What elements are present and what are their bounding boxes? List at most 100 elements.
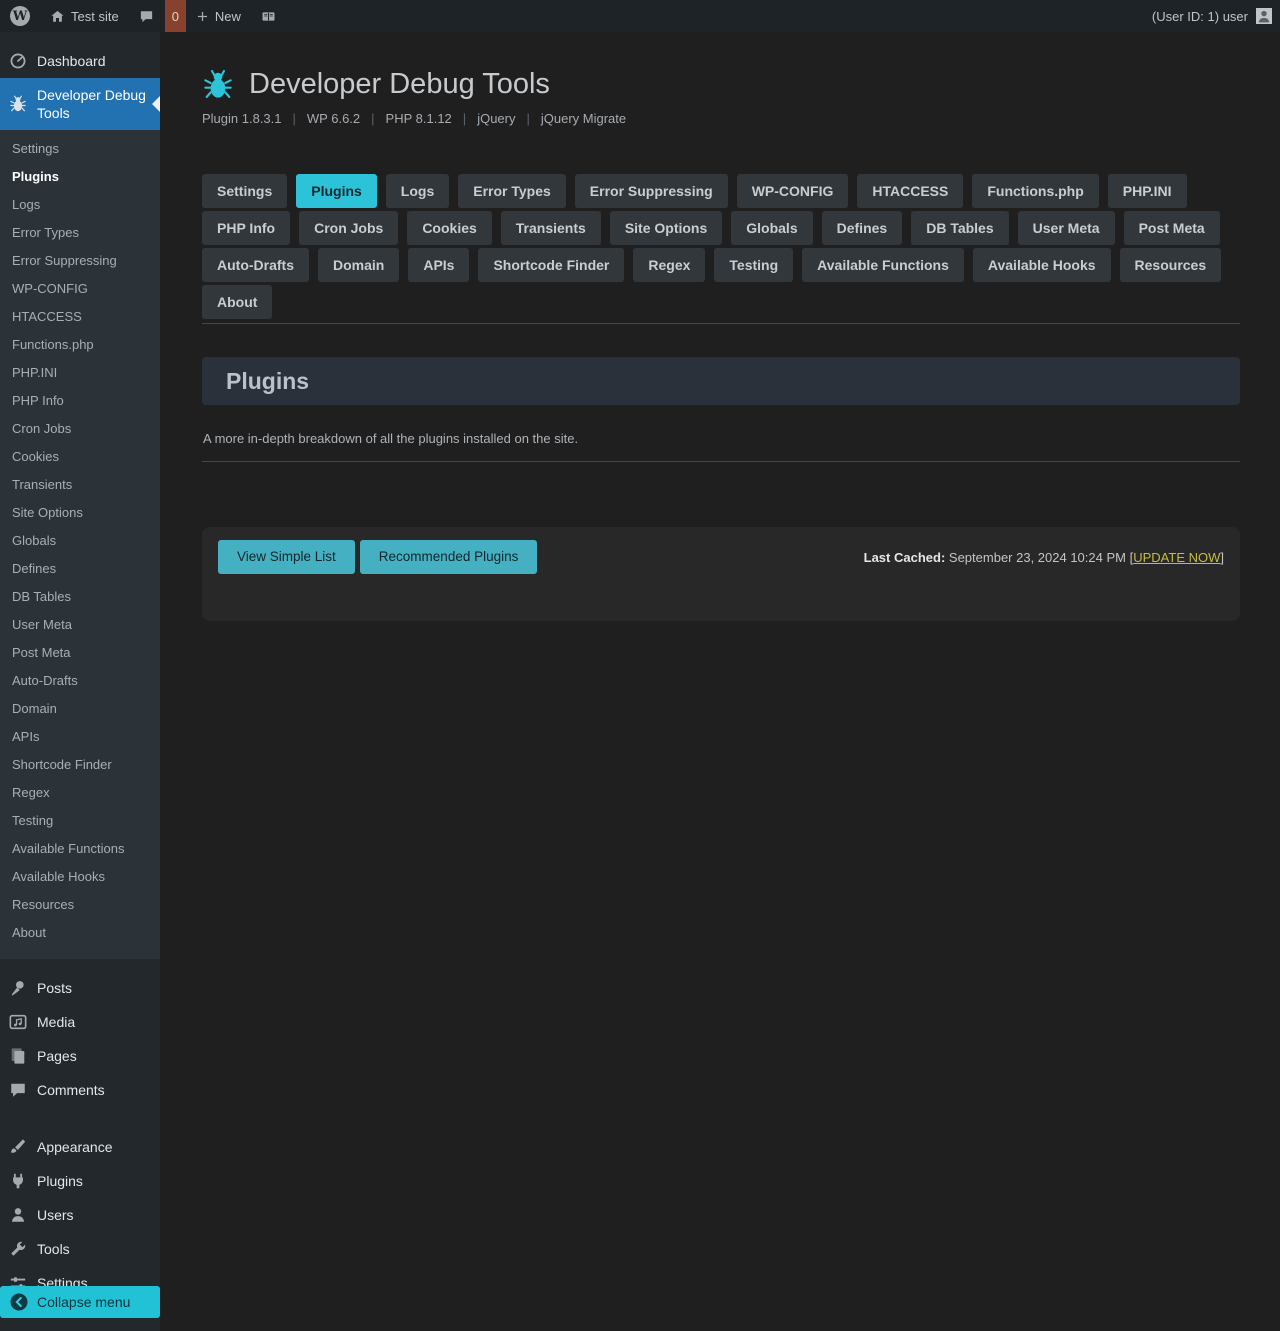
tab-cookies[interactable]: Cookies: [407, 211, 491, 245]
sidebar-item-tools[interactable]: Tools: [0, 1232, 160, 1266]
tab-available-hooks[interactable]: Available Hooks: [973, 248, 1111, 282]
button-recommended-plugins[interactable]: Recommended Plugins: [360, 540, 538, 574]
comments-icon: [139, 9, 154, 24]
submenu-item-cron-jobs[interactable]: Cron Jobs: [0, 415, 160, 443]
wordpress-logo-button[interactable]: W: [0, 0, 40, 32]
debug-tools-submenu: SettingsPluginsLogsError TypesError Supp…: [0, 130, 160, 959]
collapse-menu-label: Collapse menu: [37, 1294, 130, 1310]
sidebar-item-dashboard[interactable]: Dashboard: [0, 44, 160, 78]
submenu-item-site-options[interactable]: Site Options: [0, 499, 160, 527]
meta-plugin-1-8-3-1: Plugin 1.8.3.1: [202, 111, 282, 126]
debug-manual-toolbar-item[interactable]: [251, 0, 286, 32]
admin-menu-group: Appearance Plugins Users Tools: [0, 1130, 160, 1300]
avatar[interactable]: [1256, 8, 1272, 24]
tab-globals[interactable]: Globals: [731, 211, 812, 245]
tab-functions-php[interactable]: Functions.php: [972, 174, 1098, 208]
submenu-item-plugins[interactable]: Plugins: [0, 163, 160, 191]
comments-toolbar-item[interactable]: 0: [129, 0, 186, 32]
admin-bar-right: (User ID: 1) user: [1152, 8, 1280, 24]
tab-logs[interactable]: Logs: [386, 174, 449, 208]
tab-testing[interactable]: Testing: [714, 248, 793, 282]
menu-separator: [0, 1107, 160, 1118]
tools-icon: [8, 1240, 28, 1258]
new-content-button[interactable]: New: [186, 0, 251, 32]
tab-wp-config[interactable]: WP-CONFIG: [737, 174, 849, 208]
submenu-item-php-ini[interactable]: PHP.INI: [0, 359, 160, 387]
submenu-item-htaccess[interactable]: HTACCESS: [0, 303, 160, 331]
tab-php-info[interactable]: PHP Info: [202, 211, 290, 245]
submenu-item-php-info[interactable]: PHP Info: [0, 387, 160, 415]
update-now-link[interactable]: UPDATE NOW: [1133, 550, 1220, 565]
tab-db-tables[interactable]: DB Tables: [911, 211, 1008, 245]
tab-auto-drafts[interactable]: Auto-Drafts: [202, 248, 309, 282]
collapse-menu-button[interactable]: Collapse menu: [0, 1286, 160, 1318]
submenu-item-settings[interactable]: Settings: [0, 135, 160, 163]
sidebar-item-appearance[interactable]: Appearance: [0, 1130, 160, 1164]
submenu-item-apis[interactable]: APIs: [0, 723, 160, 751]
submenu-item-auto-drafts[interactable]: Auto-Drafts: [0, 667, 160, 695]
tab-plugins[interactable]: Plugins: [296, 174, 377, 208]
tab-site-options[interactable]: Site Options: [610, 211, 722, 245]
submenu-item-about[interactable]: About: [0, 919, 160, 947]
tab-domain[interactable]: Domain: [318, 248, 399, 282]
sidebar-item-label: Users: [37, 1206, 74, 1224]
wordpress-logo: W: [10, 6, 30, 26]
tab-transients[interactable]: Transients: [501, 211, 601, 245]
tab-regex[interactable]: Regex: [633, 248, 705, 282]
tab-available-functions[interactable]: Available Functions: [802, 248, 964, 282]
tab-error-types[interactable]: Error Types: [458, 174, 566, 208]
wordpress-admin-screen: W Test site 0 New (User ID: 1) user: [0, 0, 1280, 1331]
submenu-item-db-tables[interactable]: DB Tables: [0, 583, 160, 611]
sidebar-item-posts[interactable]: Posts: [0, 971, 160, 1005]
sidebar-item-label: Media: [37, 1013, 75, 1031]
submenu-item-functions-php[interactable]: Functions.php: [0, 331, 160, 359]
sidebar-item-label: Appearance: [37, 1138, 113, 1156]
submenu-item-cookies[interactable]: Cookies: [0, 443, 160, 471]
sidebar-item-developer-debug-tools[interactable]: Developer Debug Tools: [0, 78, 160, 130]
tab-about[interactable]: About: [202, 285, 272, 319]
user-account-label[interactable]: (User ID: 1) user: [1152, 9, 1248, 24]
tab-htaccess[interactable]: HTACCESS: [857, 174, 963, 208]
home-icon: [50, 9, 65, 24]
sidebar-item-media[interactable]: Media: [0, 1005, 160, 1039]
tab-cron-jobs[interactable]: Cron Jobs: [299, 211, 398, 245]
site-name-label: Test site: [71, 9, 119, 24]
sidebar-item-users[interactable]: Users: [0, 1198, 160, 1232]
tab-resources[interactable]: Resources: [1120, 248, 1222, 282]
submenu-item-logs[interactable]: Logs: [0, 191, 160, 219]
submenu-item-testing[interactable]: Testing: [0, 807, 160, 835]
content-menu-group: Posts Media Pages Comments: [0, 971, 160, 1107]
tab-shortcode-finder[interactable]: Shortcode Finder: [478, 248, 624, 282]
tab-error-suppressing[interactable]: Error Suppressing: [575, 174, 728, 208]
bug-icon: [8, 95, 28, 113]
tab-post-meta[interactable]: Post Meta: [1124, 211, 1220, 245]
submenu-item-transients[interactable]: Transients: [0, 471, 160, 499]
sidebar-item-pages[interactable]: Pages: [0, 1039, 160, 1073]
submenu-item-regex[interactable]: Regex: [0, 779, 160, 807]
submenu-item-defines[interactable]: Defines: [0, 555, 160, 583]
submenu-item-wp-config[interactable]: WP-CONFIG: [0, 275, 160, 303]
submenu-item-resources[interactable]: Resources: [0, 891, 160, 919]
site-name-link[interactable]: Test site: [40, 0, 129, 32]
submenu-item-available-hooks[interactable]: Available Hooks: [0, 863, 160, 891]
sidebar-item-plugins[interactable]: Plugins: [0, 1164, 160, 1198]
submenu-item-error-types[interactable]: Error Types: [0, 219, 160, 247]
submenu-item-user-meta[interactable]: User Meta: [0, 611, 160, 639]
tab-php-ini[interactable]: PHP.INI: [1108, 174, 1187, 208]
sidebar-item-comments[interactable]: Comments: [0, 1073, 160, 1107]
submenu-item-available-functions[interactable]: Available Functions: [0, 835, 160, 863]
plugin-meta-info: Plugin 1.8.3.1WP 6.6.2PHP 8.1.12jQueryjQ…: [202, 111, 1240, 126]
tab-settings[interactable]: Settings: [202, 174, 287, 208]
comment-count-badge: 0: [165, 0, 186, 32]
tab-user-meta[interactable]: User Meta: [1018, 211, 1115, 245]
submenu-item-error-suppressing[interactable]: Error Suppressing: [0, 247, 160, 275]
tab-apis[interactable]: APIs: [408, 248, 469, 282]
tab-defines[interactable]: Defines: [822, 211, 903, 245]
submenu-item-shortcode-finder[interactable]: Shortcode Finder: [0, 751, 160, 779]
admin-bar: W Test site 0 New (User ID: 1) user: [0, 0, 1280, 32]
submenu-item-domain[interactable]: Domain: [0, 695, 160, 723]
submenu-item-globals[interactable]: Globals: [0, 527, 160, 555]
button-view-simple-list[interactable]: View Simple List: [218, 540, 355, 574]
sidebar-item-label: Developer Debug Tools: [37, 86, 152, 122]
submenu-item-post-meta[interactable]: Post Meta: [0, 639, 160, 667]
